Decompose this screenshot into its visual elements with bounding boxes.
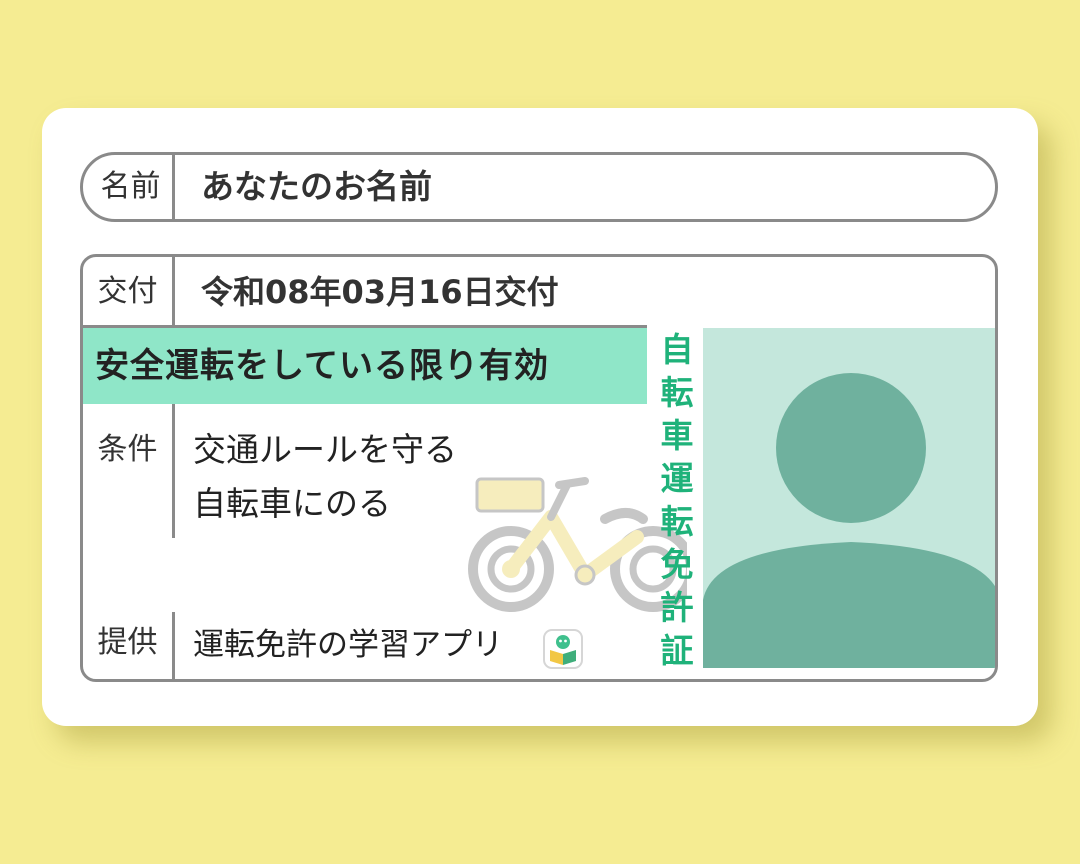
name-row: 名前 あなたのお名前 [80, 152, 998, 222]
title-char: 転 [660, 373, 694, 412]
title-char: 車 [660, 416, 694, 455]
provider-label: 提供 [83, 612, 175, 679]
avatar-icon [703, 373, 995, 668]
provider-value: 運転免許の学習アプリ [193, 627, 503, 663]
title-char: 証 [660, 631, 694, 670]
photo-area [703, 328, 995, 668]
issue-date: 令和08年03月16日交付 [201, 273, 559, 311]
validity-text: 安全運転をしている限り有効 [95, 346, 549, 386]
license-card: 名前 あなたのお名前 交付 令和08年03月16日交付 安全運転をしている限り有… [42, 108, 1038, 726]
title-char: 転 [660, 502, 694, 541]
issue-label: 交付 [83, 257, 175, 327]
app-logo-icon [543, 629, 583, 669]
vertical-title: 自 転 車 運 転 免 許 証 [651, 328, 703, 670]
license-details: 交付 令和08年03月16日交付 安全運転をしている限り有効 条件 交通ルールを [80, 254, 998, 682]
title-char: 許 [660, 588, 694, 627]
title-char: 免 [660, 545, 694, 584]
name-value: あなたのお名前 [201, 167, 432, 206]
title-char: 自 [660, 330, 694, 369]
condition-item: 自転車にのる [193, 484, 391, 523]
name-label: 名前 [83, 155, 175, 219]
condition-item: 交通ルールを守る [193, 430, 457, 469]
conditions-label: 条件 [83, 404, 175, 538]
title-char: 運 [660, 459, 694, 498]
validity-band: 安全運転をしている限り有効 [83, 328, 647, 404]
